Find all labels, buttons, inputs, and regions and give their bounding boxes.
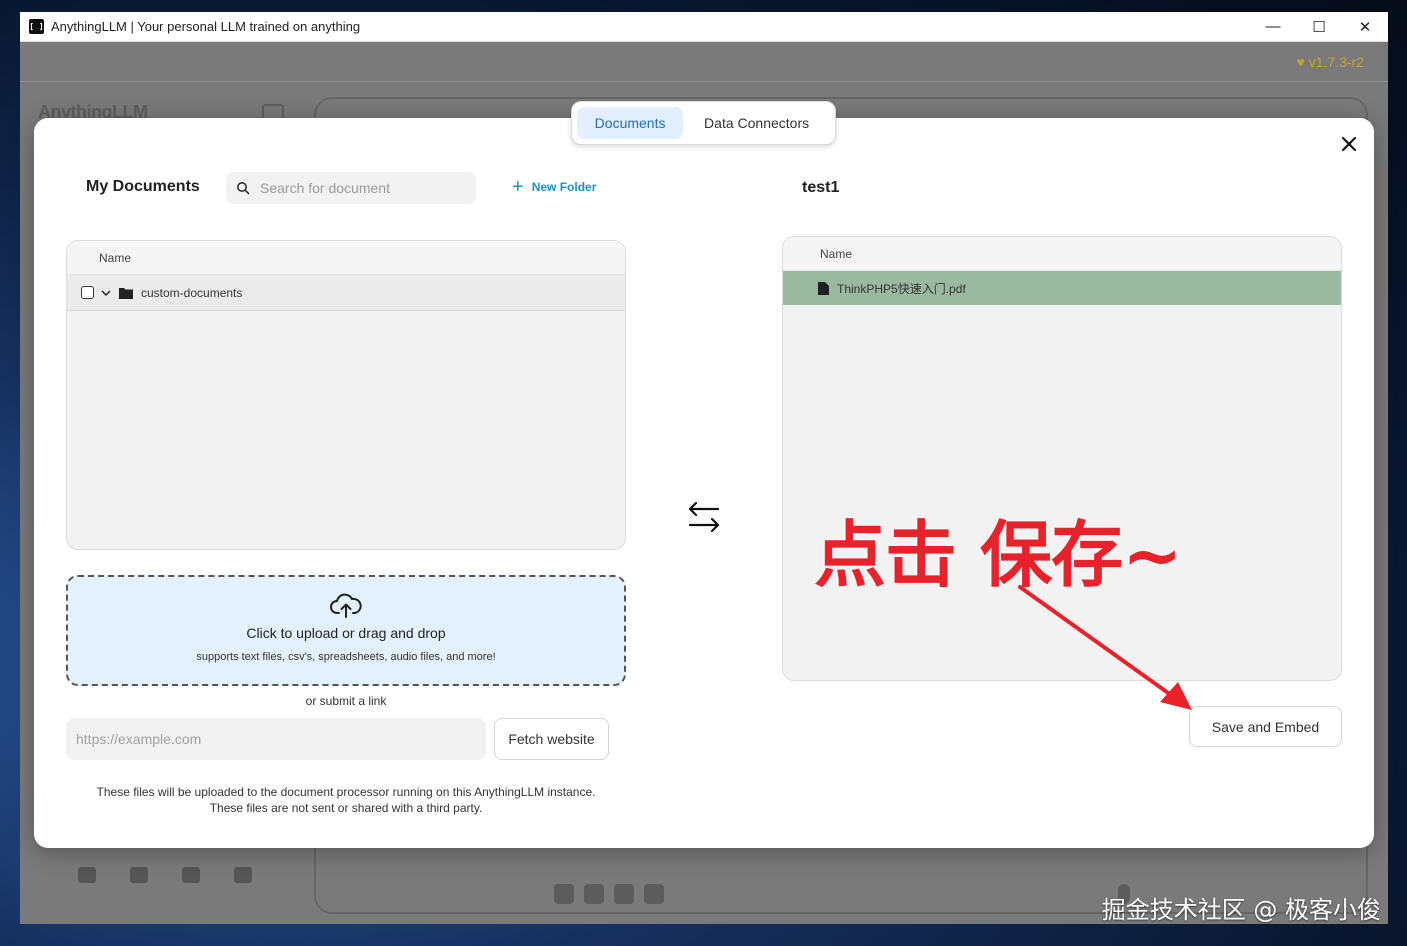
upload-subtitle: supports text files, csv's, spreadsheets… bbox=[196, 651, 496, 663]
privacy-notice: These files will be uploaded to the docu… bbox=[66, 784, 626, 816]
column-header-name: Name bbox=[67, 241, 625, 275]
document-search[interactable] bbox=[226, 172, 476, 204]
url-input[interactable] bbox=[66, 718, 486, 760]
workspace-title: test1 bbox=[802, 179, 840, 196]
folder-name: custom-documents bbox=[141, 285, 243, 300]
tab-documents[interactable]: Documents bbox=[577, 107, 684, 139]
workspace-file-row[interactable]: ThinkPHP5快速入门.pdf bbox=[783, 271, 1341, 305]
cloud-upload-icon bbox=[330, 593, 362, 618]
settings-wrench-icon[interactable] bbox=[234, 867, 252, 883]
my-documents-table: Name custom-documents bbox=[66, 240, 626, 550]
new-folder-button[interactable]: + New Folder bbox=[512, 176, 597, 198]
plus-icon: + bbox=[512, 176, 524, 198]
search-input[interactable] bbox=[260, 180, 460, 196]
minimize-button[interactable]: — bbox=[1250, 12, 1296, 42]
upload-title: Click to upload or drag and drop bbox=[246, 625, 446, 641]
upload-dropzone[interactable]: Click to upload or drag and drop support… bbox=[66, 575, 626, 686]
version-badge[interactable]: ♥ v1.7.3-r2 bbox=[1297, 54, 1364, 70]
window-close-button[interactable]: ✕ bbox=[1342, 12, 1388, 42]
annotation-arrow-icon bbox=[1018, 585, 1192, 710]
file-name: ThinkPHP5快速入门.pdf bbox=[837, 281, 966, 296]
my-documents-title: My Documents bbox=[86, 178, 200, 195]
notice-line-1: These files will be uploaded to the docu… bbox=[96, 785, 596, 799]
version-label: v1.7.3-r2 bbox=[1308, 54, 1364, 70]
discord-icon[interactable] bbox=[182, 867, 200, 883]
search-icon bbox=[237, 182, 250, 195]
folder-icon bbox=[119, 287, 133, 299]
or-submit-link-text: or submit a link bbox=[305, 694, 387, 708]
sidebar-footer bbox=[78, 867, 252, 883]
modal-tabs: Documents Data Connectors bbox=[571, 101, 836, 145]
agent-icon[interactable] bbox=[614, 884, 634, 904]
transfer-arrows-icon bbox=[688, 501, 720, 533]
maximize-button[interactable]: ☐ bbox=[1296, 12, 1342, 42]
new-folder-label: New Folder bbox=[531, 180, 597, 194]
watermark: 掘金技术社区 @ 极客小俊 bbox=[1101, 896, 1381, 924]
column-header-name: Name bbox=[783, 237, 1341, 271]
modal-close-icon[interactable] bbox=[1336, 131, 1362, 157]
folder-checkbox[interactable] bbox=[81, 286, 94, 299]
app-topbar: ♥ v1.7.3-r2 bbox=[20, 42, 1388, 82]
prompt-toolbar bbox=[554, 884, 664, 904]
window-title: AnythingLLM | Your personal LLM trained … bbox=[51, 19, 361, 34]
fetch-website-button[interactable]: Fetch website bbox=[494, 718, 609, 760]
attach-icon[interactable] bbox=[554, 884, 574, 904]
folder-row[interactable]: custom-documents bbox=[67, 275, 625, 311]
docs-icon[interactable] bbox=[130, 867, 148, 883]
tab-data-connectors[interactable]: Data Connectors bbox=[683, 107, 830, 139]
text-size-icon[interactable] bbox=[644, 884, 664, 904]
app-logo-icon: [ ] bbox=[29, 19, 44, 34]
file-icon bbox=[818, 281, 829, 295]
notice-line-2: These files are not sent or shared with … bbox=[209, 801, 483, 815]
slash-command-icon[interactable] bbox=[584, 884, 604, 904]
save-and-embed-button[interactable]: Save and Embed bbox=[1189, 706, 1342, 747]
community-icon[interactable] bbox=[78, 867, 96, 883]
chevron-down-icon[interactable] bbox=[100, 287, 112, 299]
window-titlebar: [ ] AnythingLLM | Your personal LLM trai… bbox=[20, 12, 1388, 42]
